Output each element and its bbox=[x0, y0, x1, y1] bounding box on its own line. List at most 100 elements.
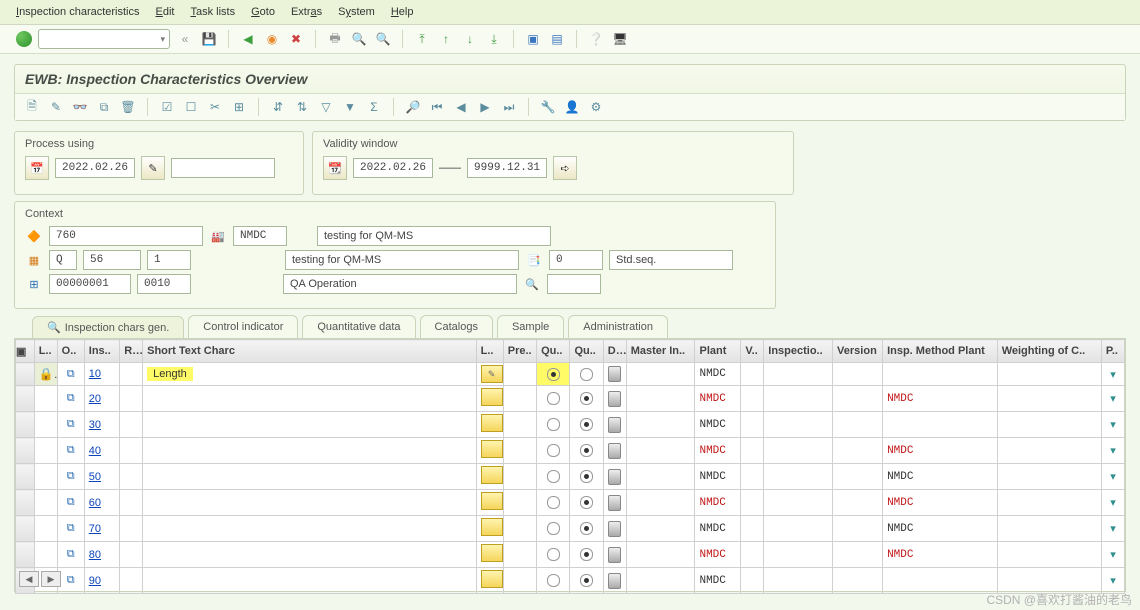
cell-qu2[interactable] bbox=[570, 490, 603, 516]
cell-ins-no[interactable]: 30 bbox=[84, 412, 119, 438]
command-field[interactable] bbox=[38, 29, 170, 49]
cell-master-in[interactable] bbox=[626, 516, 695, 542]
key-date-field[interactable]: 2022.02.26 bbox=[55, 158, 135, 178]
cell-inspectio[interactable] bbox=[764, 363, 833, 386]
filter-icon[interactable]: ▽ bbox=[317, 98, 335, 116]
cell-p[interactable]: ▾ bbox=[1101, 386, 1124, 412]
next-page-icon[interactable]: ↓ bbox=[461, 30, 479, 48]
radio-quan2[interactable] bbox=[580, 470, 593, 483]
cell-ins-no[interactable]: 80 bbox=[84, 542, 119, 568]
cell-inspectio[interactable] bbox=[764, 542, 833, 568]
cell-short-text[interactable] bbox=[143, 386, 477, 412]
cell-version[interactable] bbox=[833, 386, 883, 412]
cell-edit[interactable] bbox=[476, 412, 503, 438]
cell-weighting[interactable] bbox=[997, 412, 1101, 438]
radio-quan2[interactable] bbox=[580, 574, 593, 587]
cell-v[interactable] bbox=[741, 490, 764, 516]
table-row[interactable]: ⧉90NMDC▾ bbox=[16, 568, 1125, 594]
cell-master-in[interactable] bbox=[626, 568, 695, 594]
menu-item-help[interactable]: Help bbox=[391, 6, 414, 18]
cell-short-text[interactable] bbox=[143, 412, 477, 438]
hdr-pre[interactable]: Pre.. bbox=[503, 340, 536, 363]
operation-no-field[interactable]: 00000001 bbox=[49, 274, 131, 294]
radio-quan2[interactable] bbox=[580, 548, 593, 561]
radio-quan2[interactable] bbox=[580, 392, 593, 405]
last-icon[interactable]: ⏭ bbox=[500, 98, 518, 116]
cell-edit[interactable] bbox=[476, 568, 503, 594]
radio-quan1[interactable] bbox=[547, 392, 560, 405]
cell-v[interactable] bbox=[741, 516, 764, 542]
cell-weighting[interactable] bbox=[997, 516, 1101, 542]
cell-ins-no[interactable]: 70 bbox=[84, 516, 119, 542]
radio-quan2[interactable] bbox=[580, 522, 593, 535]
cell-master-in[interactable] bbox=[626, 490, 695, 516]
hierarchy-icon[interactable]: 🔧 bbox=[539, 98, 557, 116]
pencil-icon[interactable]: ✎ bbox=[47, 98, 65, 116]
change-number-field[interactable] bbox=[171, 158, 275, 178]
edit-text-icon[interactable] bbox=[481, 414, 503, 432]
hdr-p[interactable]: P.. bbox=[1101, 340, 1124, 363]
table-row[interactable]: ⧉20NMDCNMDC▾ bbox=[16, 386, 1125, 412]
cell-qu1[interactable] bbox=[537, 516, 570, 542]
radio-quan1[interactable] bbox=[547, 444, 560, 457]
find-icon[interactable]: 🔍 bbox=[350, 30, 368, 48]
table-row[interactable]: ⧉30NMDC▾ bbox=[16, 412, 1125, 438]
new-session-icon[interactable]: ▣ bbox=[524, 30, 542, 48]
hdr-select-all[interactable]: ▣ bbox=[16, 340, 35, 363]
tab-quantitative-data[interactable]: Quantitative data bbox=[302, 315, 415, 338]
cell-short-text[interactable] bbox=[143, 490, 477, 516]
cell-plant[interactable]: NMDC bbox=[695, 363, 741, 386]
plant-field[interactable]: NMDC bbox=[233, 226, 287, 246]
cell-inspectio[interactable] bbox=[764, 386, 833, 412]
cell-insp-method-plant[interactable]: NMDC bbox=[883, 386, 998, 412]
cell-qu1[interactable] bbox=[537, 568, 570, 594]
radio-quan1[interactable] bbox=[547, 418, 560, 431]
cell-v[interactable] bbox=[741, 438, 764, 464]
cell-ins-no[interactable]: 90 bbox=[84, 568, 119, 594]
cell-qu2[interactable] bbox=[570, 568, 603, 594]
validity-to-field[interactable]: 9999.12.31 bbox=[467, 158, 547, 178]
tasklist-type-field[interactable]: Q bbox=[49, 250, 77, 270]
cell-edit[interactable]: ✎ bbox=[476, 363, 503, 386]
cell-qu1[interactable] bbox=[537, 438, 570, 464]
cell-version[interactable] bbox=[833, 412, 883, 438]
cell-version[interactable] bbox=[833, 464, 883, 490]
menu-item-extras[interactable]: Extras bbox=[291, 6, 322, 18]
cell-plant[interactable]: NMDC bbox=[695, 516, 741, 542]
radio-quan1[interactable] bbox=[547, 496, 560, 509]
cell-ins-no[interactable]: 50 bbox=[84, 464, 119, 490]
hdr-v[interactable]: V.. bbox=[741, 340, 764, 363]
cell-short-text[interactable] bbox=[143, 568, 477, 594]
hdr-r[interactable]: R.. bbox=[120, 340, 143, 363]
cell-master-in[interactable] bbox=[626, 363, 695, 386]
cell-edit[interactable] bbox=[476, 464, 503, 490]
cell-insp-method-plant[interactable] bbox=[883, 363, 998, 386]
cut-icon[interactable]: ✂ bbox=[206, 98, 224, 116]
cell-v[interactable] bbox=[741, 464, 764, 490]
prev-icon[interactable]: ◀ bbox=[452, 98, 470, 116]
cell-ins-no[interactable]: 40 bbox=[84, 438, 119, 464]
back-group-icon[interactable]: « bbox=[176, 30, 194, 48]
customize-icon[interactable]: 🖥 bbox=[611, 30, 629, 48]
cell-insp-method-plant[interactable]: NMDC bbox=[883, 438, 998, 464]
goto-validity-icon[interactable]: ➪ bbox=[553, 156, 577, 180]
cell-short-text[interactable] bbox=[143, 438, 477, 464]
edit-text-icon[interactable] bbox=[481, 518, 503, 536]
cell-qu2[interactable] bbox=[570, 516, 603, 542]
cell-master-in[interactable] bbox=[626, 542, 695, 568]
cell-version[interactable] bbox=[833, 438, 883, 464]
radio-quan1[interactable] bbox=[547, 470, 560, 483]
cell-inspectio[interactable] bbox=[764, 490, 833, 516]
last-page-icon[interactable]: ⤓ bbox=[485, 30, 503, 48]
table-row[interactable]: ⧉80NMDCNMDC▾ bbox=[16, 542, 1125, 568]
hdr-insp-method-plant[interactable]: Insp. Method Plant bbox=[883, 340, 998, 363]
cell-short-text[interactable] bbox=[143, 542, 477, 568]
radio-quan1[interactable] bbox=[547, 574, 560, 587]
cell-inspectio[interactable] bbox=[764, 412, 833, 438]
deselect-all-icon[interactable]: ☐ bbox=[182, 98, 200, 116]
select-all-icon[interactable]: ☑ bbox=[158, 98, 176, 116]
cell-qu1[interactable] bbox=[537, 386, 570, 412]
cancel-icon[interactable]: ✖ bbox=[287, 30, 305, 48]
hdr-inspectio[interactable]: Inspectio.. bbox=[764, 340, 833, 363]
document-icon[interactable]: 🗎 bbox=[23, 98, 41, 116]
